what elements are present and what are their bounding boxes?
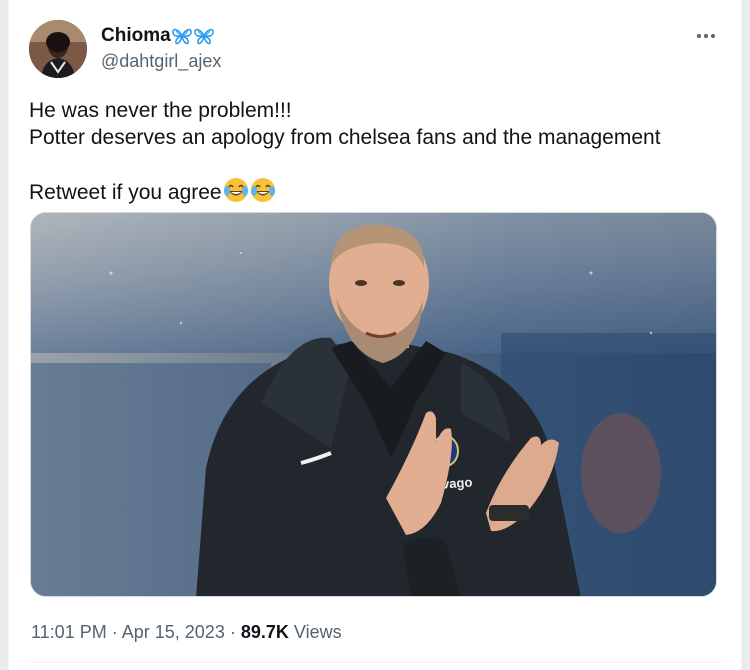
more-dot-icon: [711, 34, 715, 38]
more-options-button[interactable]: [693, 26, 719, 46]
tweet-text-line-with-emoji: Retweet if you agree: [29, 177, 729, 206]
author-avatar[interactable]: [29, 20, 87, 78]
author-display-name[interactable]: Chioma: [101, 24, 221, 48]
tweet-meta: 11:01 PM · Apr 15, 2023 · 89.7K Views: [31, 620, 342, 644]
divider: [29, 662, 721, 663]
tweet-photo[interactable]: trivago: [30, 212, 717, 597]
more-dot-icon: [704, 34, 708, 38]
separator-dot: ·: [111, 622, 118, 642]
tweet-text-line: He was never the problem!!!: [29, 99, 292, 122]
tweet-header: Chioma @dahtgirl_ajex: [29, 20, 725, 80]
author-name-text: Chioma: [101, 25, 171, 46]
separator-dot: ·: [229, 622, 236, 642]
author-handle[interactable]: @dahtgirl_ajex: [101, 49, 221, 73]
tweet-text-line: Potter deserves an apology from chelsea …: [29, 126, 661, 149]
views-count[interactable]: 89.7K: [241, 622, 289, 642]
tweet-date[interactable]: Apr 15, 2023: [122, 622, 225, 642]
tweet-text-line: Retweet if you agree: [29, 181, 222, 204]
tweet-card: Chioma @dahtgirl_ajex He was never the p…: [8, 0, 742, 670]
tweet-time[interactable]: 11:01 PM: [31, 622, 107, 642]
butterfly-icon: [171, 28, 192, 45]
views-label: Views: [293, 622, 342, 642]
face-with-tears-of-joy-icon: [223, 178, 248, 202]
tweet-text: He was never the problem!!! Potter deser…: [29, 97, 729, 206]
face-with-tears-of-joy-icon: [250, 178, 275, 202]
more-dot-icon: [697, 34, 701, 38]
butterfly-icon: [193, 28, 214, 45]
